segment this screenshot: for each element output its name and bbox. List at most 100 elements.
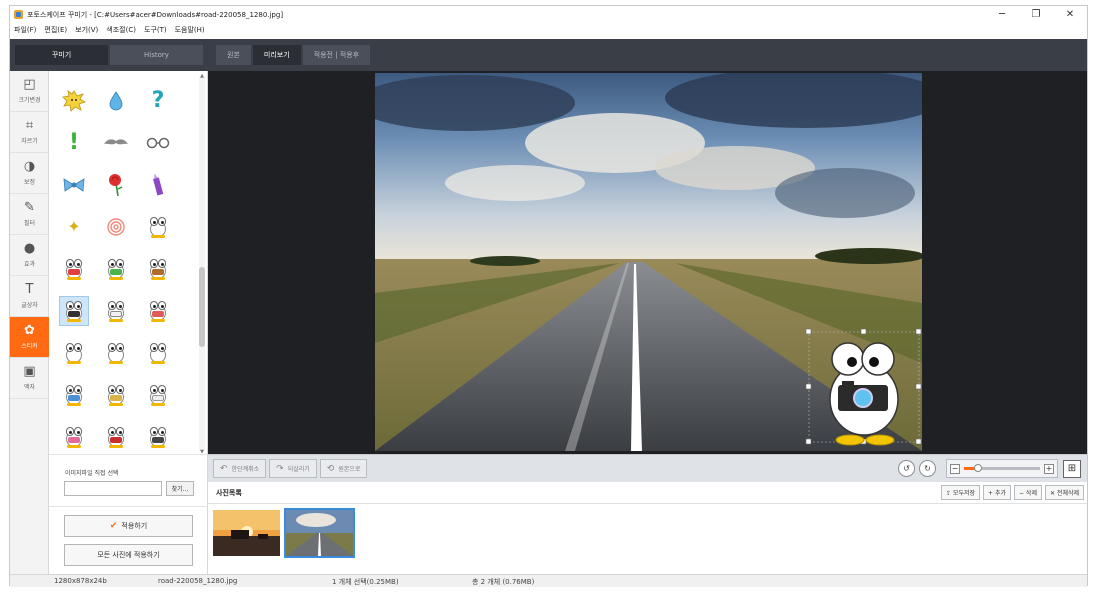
sticker-penguin-dark-icon[interactable] — [143, 422, 173, 452]
sticker-panel: ? ! ✦ ▲ ▼ — [49, 71, 208, 455]
sticker-mustache-icon[interactable] — [101, 128, 131, 158]
minimize-button[interactable]: ─ — [985, 6, 1019, 23]
zoom-in-button[interactable]: + — [1044, 463, 1054, 474]
image-canvas[interactable] — [208, 71, 1087, 454]
tool-label: 글상자 — [21, 302, 38, 309]
status-total: 총 2 개체 (0.76MB) — [472, 578, 535, 586]
tab-history[interactable]: History — [110, 45, 203, 65]
menu-tools[interactable]: 도구(T) — [144, 25, 167, 35]
menu-edit[interactable]: 편집(E) — [44, 25, 67, 35]
sticker-rose-icon[interactable] — [101, 170, 131, 200]
photo-list-header: 사진목록 ⇪ 모두저장 + 추가 − 삭제 ✕ 전체삭제 — [208, 482, 1087, 504]
zoom-slider[interactable] — [964, 464, 1040, 472]
menu-help[interactable]: 도움말(H) — [175, 25, 205, 35]
sticker-penguin-cup-icon[interactable] — [101, 296, 131, 326]
chevron-up-icon[interactable]: ▲ — [199, 73, 205, 79]
tool-label: 필터 — [23, 220, 36, 227]
menu-view[interactable]: 보기(V) — [75, 25, 98, 35]
rotate-right-icon[interactable]: ↻ — [919, 460, 936, 477]
rotate-left-icon[interactable]: ↺ — [898, 460, 915, 477]
wand-icon: ✎ — [24, 200, 35, 215]
close-button[interactable]: ✕ — [1053, 6, 1087, 23]
thumbnail-road[interactable] — [284, 508, 355, 558]
revert-button[interactable]: ⟲ 원본으로 — [319, 459, 368, 478]
tool-sticker[interactable]: ✿ 스티커 — [10, 317, 49, 358]
menu-bar: 파일(F) 편집(E) 보기(V) 색조절(C) 도구(T) 도움말(H) — [10, 23, 1087, 37]
sticker-penguin-green-icon[interactable] — [101, 254, 131, 284]
zoom-out-button[interactable]: − — [950, 463, 960, 474]
panel-tabs: 꾸미기 History — [10, 39, 208, 71]
sticker-spiral-icon[interactable] — [101, 212, 131, 242]
tool-label: 크기변경 — [18, 97, 41, 104]
menu-color[interactable]: 색조절(C) — [106, 25, 136, 35]
tool-text[interactable]: T 글상자 — [10, 276, 49, 317]
tab-original[interactable]: 원본 — [216, 45, 251, 65]
photo-list-actions: ⇪ 모두저장 + 추가 − 삭제 ✕ 전체삭제 — [941, 485, 1084, 500]
tool-label: 자르기 — [21, 138, 38, 145]
undo-button[interactable]: ↶ 한단계취소 — [213, 459, 267, 478]
sticker-penguin-book-icon[interactable] — [101, 380, 131, 410]
save-all-button[interactable]: ⇪ 모두저장 — [941, 485, 981, 500]
redo-button[interactable]: ↷ 되살리기 — [269, 459, 317, 478]
menu-file[interactable]: 파일(F) — [14, 25, 36, 35]
sticker-scrollbar[interactable] — [199, 77, 205, 451]
delete-all-button[interactable]: ✕ 전체삭제 — [1044, 485, 1084, 500]
sticker-penguin-camera-icon[interactable] — [59, 296, 89, 326]
sticker-exclaim-icon[interactable]: ! — [59, 128, 89, 158]
tool-resize[interactable]: ◰ 크기변경 — [10, 71, 49, 112]
tab-compare[interactable]: 적용전 | 적용후 — [302, 45, 371, 65]
delete-button[interactable]: − 삭제 — [1014, 485, 1042, 500]
revert-icon: ⟲ — [326, 463, 335, 474]
sticker-scroll-thumb[interactable] — [199, 267, 205, 347]
sticker-icon: ✿ — [24, 323, 35, 338]
contrast-icon: ◑ — [23, 159, 36, 174]
tool-crop[interactable]: ⌗ 자르기 — [10, 112, 49, 153]
browse-button[interactable]: 찾기... — [166, 481, 194, 496]
sticker-penguin-blue-icon[interactable] — [59, 380, 89, 410]
undo-icon: ↶ — [220, 463, 228, 474]
sticker-penguin-note-icon[interactable] — [143, 380, 173, 410]
sticker-sparkle-icon[interactable]: ✦ — [59, 212, 89, 242]
tool-label: 효과 — [23, 261, 36, 268]
thumbnail-sunset[interactable] — [213, 510, 280, 556]
photo-list — [208, 504, 1087, 582]
undo-label: 한단계취소 — [231, 466, 260, 473]
sticker-drop-icon[interactable] — [101, 86, 131, 116]
sticker-penguin-happy-icon[interactable] — [143, 338, 173, 368]
fit-screen-icon[interactable]: ⊞ — [1063, 459, 1081, 478]
add-button[interactable]: + 추가 — [983, 485, 1011, 500]
frame-icon: ▣ — [23, 364, 36, 379]
text-icon: T — [25, 282, 34, 297]
edit-toolbar: ↶ 한단계취소 ↷ 되살리기 ⟲ 원본으로 ↺ ↻ − + ⊞ — [208, 454, 1087, 482]
app-icon — [14, 10, 23, 19]
sticker-penguin-santa-icon[interactable] — [101, 422, 131, 452]
tool-label: 액자 — [23, 384, 36, 391]
sticker-bow-icon[interactable] — [59, 170, 89, 200]
tool-adjust[interactable]: ◑ 보정 — [10, 153, 49, 194]
sticker-penguin-scarf-icon[interactable] — [143, 296, 173, 326]
sticker-burst-icon[interactable] — [59, 86, 89, 116]
placed-sticker-penguin[interactable] — [804, 327, 924, 447]
tool-frame[interactable]: ▣ 액자 — [10, 358, 49, 399]
sticker-question-icon[interactable]: ? — [143, 86, 173, 116]
sticker-penguin-icon[interactable] — [143, 212, 173, 242]
tab-decorate[interactable]: 꾸미기 — [15, 45, 108, 65]
revert-label: 원본으로 — [338, 466, 361, 473]
sticker-penguin-wave-icon[interactable] — [101, 338, 131, 368]
tool-filter[interactable]: ✎ 필터 — [10, 194, 49, 235]
sticker-penguin-guitar-icon[interactable] — [143, 254, 173, 284]
sticker-penguin-pink-icon[interactable] — [59, 422, 89, 452]
maximize-button[interactable]: ❐ — [1019, 6, 1053, 23]
zoom-slider-knob[interactable] — [973, 464, 982, 472]
file-chooser: 이미지파일 직접 선택 찾기... — [49, 454, 208, 506]
redo-icon: ↷ — [276, 463, 284, 474]
apply-all-button[interactable]: 모든 사진에 적용하기 — [64, 544, 193, 566]
tool-effect[interactable]: ● 효과 — [10, 235, 49, 276]
sticker-penguin-plain-icon[interactable] — [59, 338, 89, 368]
sticker-crayon-icon[interactable] — [143, 170, 173, 200]
sticker-glasses-icon[interactable] — [143, 128, 173, 158]
sticker-penguin-red-icon[interactable] — [59, 254, 89, 284]
tab-preview[interactable]: 미리보기 — [252, 45, 301, 65]
file-path-input[interactable] — [64, 481, 162, 496]
apply-button[interactable]: ✔ 적용하기 — [64, 515, 193, 537]
